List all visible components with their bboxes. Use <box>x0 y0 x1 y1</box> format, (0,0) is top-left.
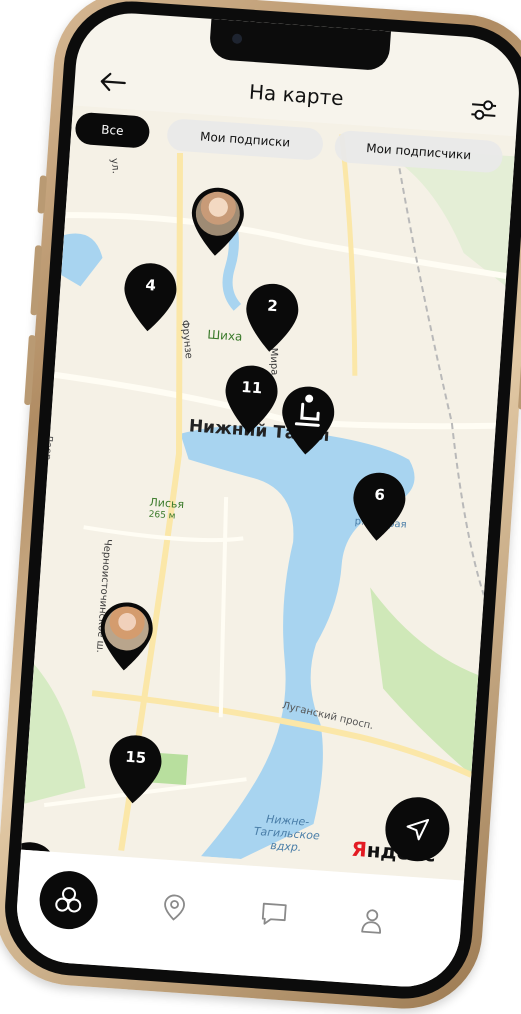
map-label-lisya-height: 265 м <box>148 509 176 522</box>
cluster-count: 4 <box>144 275 157 295</box>
cluster-count: 15 <box>124 747 147 768</box>
map-poi-pin[interactable] <box>277 383 338 459</box>
navigation-arrow-icon <box>406 818 430 841</box>
map-cluster-pin[interactable]: 2 <box>241 280 302 356</box>
map-cluster-pin[interactable]: 11 <box>221 362 282 438</box>
user-icon <box>361 909 381 934</box>
map-avatar-pin[interactable] <box>96 599 157 675</box>
map-label-street: ул. <box>108 157 121 175</box>
map-avatar-pin[interactable] <box>187 184 248 260</box>
camera-icon <box>231 33 243 45</box>
app-screen: На карте Все Мои подписки Мои подписчики… <box>13 9 521 991</box>
tab-places[interactable] <box>143 877 205 939</box>
map-background <box>21 105 516 875</box>
map-cluster-pin[interactable]: 6 <box>348 469 409 545</box>
map-label-lisya: Лисья <box>149 495 185 512</box>
cluster-count: 11 <box>240 377 263 398</box>
slide-icon <box>294 394 320 427</box>
map-cluster-pin[interactable]: 4 <box>119 259 180 335</box>
map-label-shikha: Шиха <box>206 327 243 344</box>
page-title: На карте <box>248 79 345 111</box>
chat-bubble-icon <box>261 902 287 925</box>
sliders-icon <box>471 100 497 120</box>
filter-settings-button[interactable] <box>462 89 505 132</box>
cluster-count: 2 <box>266 296 279 316</box>
map-view[interactable]: Все Мои подписки Мои подписчики ул. Фрун… <box>21 105 516 881</box>
tab-profile[interactable] <box>341 890 403 952</box>
tab-home[interactable] <box>37 869 100 932</box>
circles-icon <box>55 887 82 913</box>
phone-device: На карте Все Мои подписки Мои подписчики… <box>0 0 521 1014</box>
cluster-count: 6 <box>373 485 386 505</box>
tab-messages[interactable] <box>243 883 305 945</box>
map-label-reservoir: Нижне-Тагильское вдхр. <box>253 812 321 855</box>
map-cluster-pin[interactable]: 15 <box>104 732 165 808</box>
chip-all[interactable]: Все <box>74 111 151 149</box>
location-pin-icon <box>164 894 185 921</box>
